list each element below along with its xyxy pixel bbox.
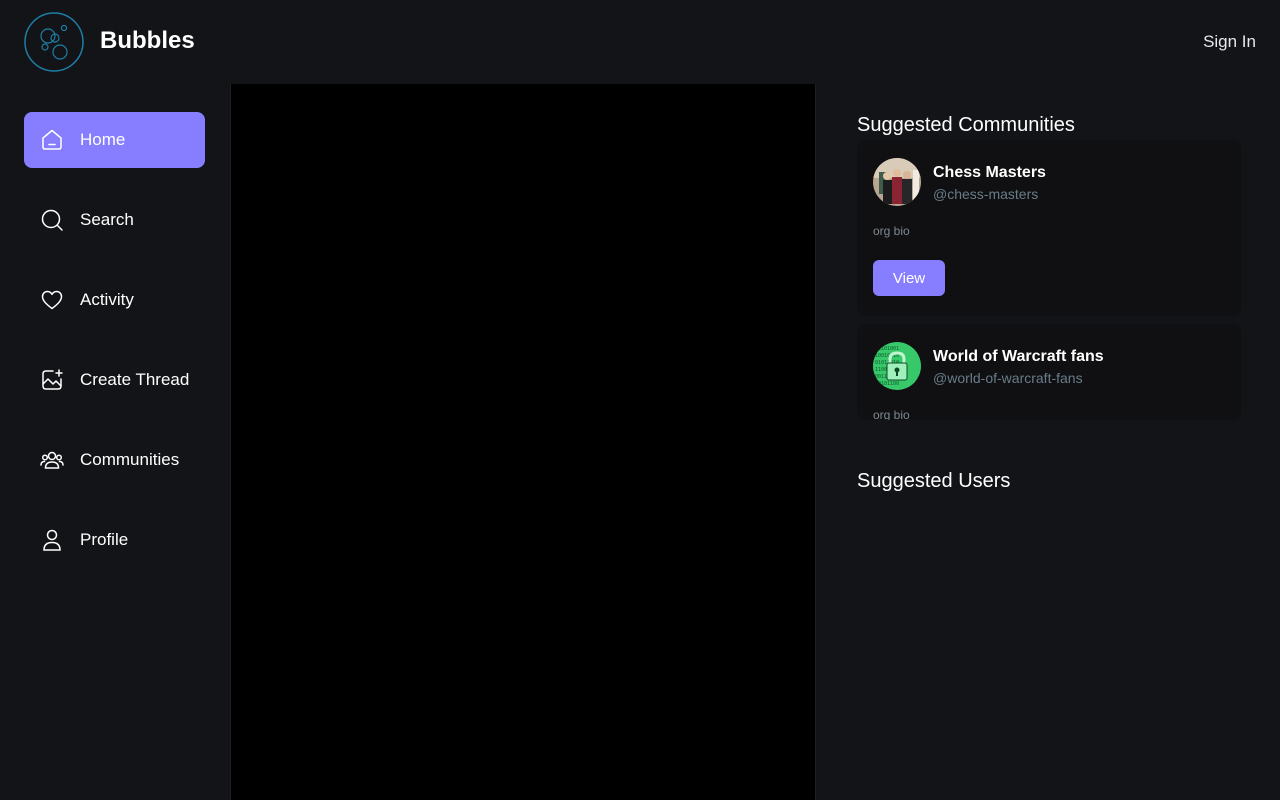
sidebar-item-label: Search bbox=[80, 210, 134, 229]
search-icon bbox=[40, 208, 64, 232]
sidebar-item-label: Home bbox=[80, 130, 126, 149]
sidebar-item-profile[interactable]: Profile bbox=[24, 512, 205, 568]
community-card: 01101001 10010110 01011010 11000101 0011… bbox=[857, 324, 1241, 420]
community-bio: org bio bbox=[873, 408, 910, 420]
svg-text:01101001: 01101001 bbox=[875, 346, 899, 352]
community-name[interactable]: World of Warcraft fans bbox=[933, 348, 1104, 366]
create-thread-icon bbox=[40, 368, 64, 392]
svg-text:10101100: 10101100 bbox=[875, 381, 899, 387]
sidebar-item-label: Profile bbox=[80, 530, 129, 549]
bubbles-logo-icon[interactable] bbox=[24, 12, 84, 72]
home-icon bbox=[40, 128, 64, 152]
view-community-button[interactable]: View bbox=[873, 260, 945, 296]
community-bio: org bio bbox=[873, 224, 910, 238]
left-sidebar: Home Search Activity Create Thread Commu… bbox=[0, 84, 230, 800]
sign-in-button[interactable]: Sign In bbox=[1203, 32, 1256, 52]
community-name[interactable]: Chess Masters bbox=[933, 164, 1046, 182]
community-handle: @chess-masters bbox=[933, 186, 1039, 202]
heart-icon bbox=[40, 288, 64, 312]
sidebar-item-communities[interactable]: Communities bbox=[24, 432, 205, 488]
profile-icon bbox=[40, 528, 64, 552]
brand-name: Bubbles bbox=[100, 27, 195, 54]
sidebar-item-label: Activity bbox=[80, 290, 134, 309]
sidebar-item-create-thread[interactable]: Create Thread bbox=[24, 352, 205, 408]
sidebar-item-label: Communities bbox=[80, 450, 180, 469]
communities-icon bbox=[40, 448, 64, 472]
top-bar: Bubbles Sign In bbox=[0, 0, 1280, 84]
sidebar-item-label: Create Thread bbox=[80, 370, 190, 389]
community-handle: @world-of-warcraft-fans bbox=[933, 370, 1083, 386]
sidebar-item-activity[interactable]: Activity bbox=[24, 272, 205, 328]
community-avatar[interactable] bbox=[873, 158, 921, 206]
right-sidebar: Suggested Communities Chess Masters @che… bbox=[815, 84, 1280, 800]
main-feed[interactable] bbox=[230, 84, 815, 800]
sidebar-item-search[interactable]: Search bbox=[24, 192, 205, 248]
suggested-users-title: Suggested Users bbox=[857, 470, 1011, 492]
community-avatar[interactable]: 01101001 10010110 01011010 11000101 0011… bbox=[873, 342, 921, 390]
suggested-communities-title: Suggested Communities bbox=[857, 114, 1075, 136]
sidebar-item-home[interactable]: Home bbox=[24, 112, 205, 168]
community-card: Chess Masters @chess-masters org bio Vie… bbox=[857, 140, 1241, 316]
